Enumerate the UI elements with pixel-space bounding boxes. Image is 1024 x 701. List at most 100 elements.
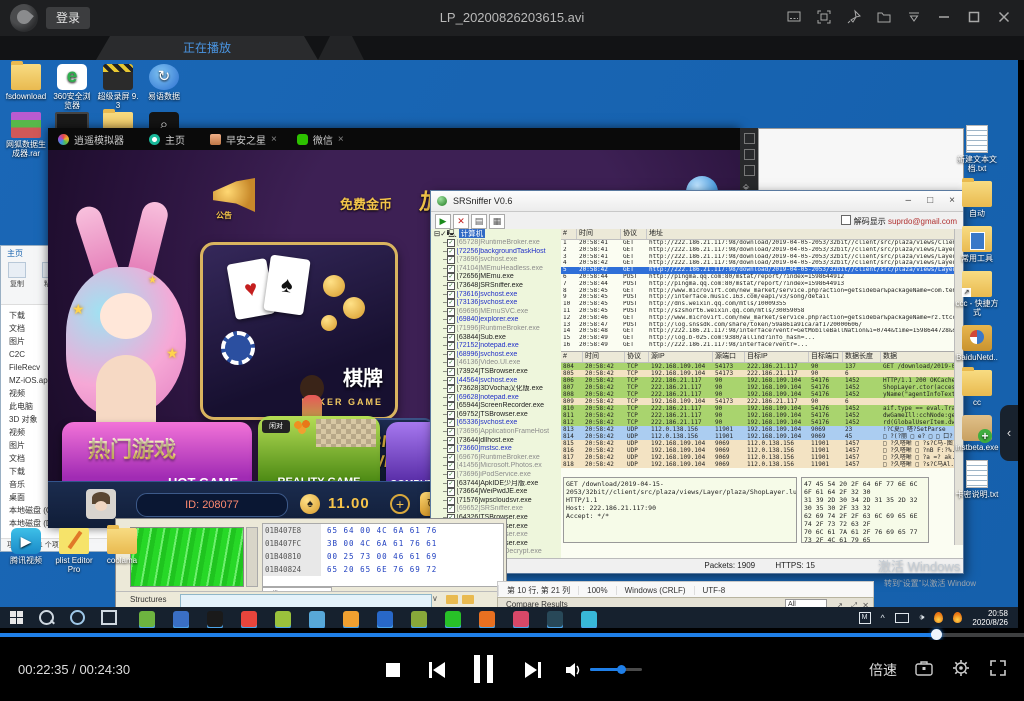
decode-option[interactable]: 解码显示 suprdo@gmail.com bbox=[841, 215, 957, 227]
packet-row[interactable]: 80920:58:42TCP192.168.109.10454173222.18… bbox=[561, 398, 963, 405]
request-row[interactable]: 520:58:42GEThttp://222.186.21.117:98/dow… bbox=[561, 267, 963, 274]
desktop-icon[interactable]: ▶腾讯视频 bbox=[4, 528, 48, 574]
taskbar-app-icon[interactable] bbox=[343, 611, 359, 627]
desktop-icon[interactable]: e360安全浏览器 bbox=[50, 64, 94, 110]
process-item[interactable]: –✓[63844]Sub.exe bbox=[431, 334, 561, 343]
taskbar-app-icon[interactable] bbox=[411, 611, 427, 627]
stop-capture-button[interactable]: ✕ bbox=[453, 214, 469, 229]
packet-row[interactable]: 81520:58:42UDP192.168.109.1049069112.0.1… bbox=[561, 440, 963, 447]
structures-input[interactable] bbox=[180, 594, 432, 608]
taskbar-app-icon[interactable] bbox=[377, 611, 393, 627]
process-item[interactable]: –✓[73696]ApplicationFrameHost bbox=[431, 428, 561, 437]
request-row[interactable]: 820:58:45GEThttp://www.microvirt.com/new… bbox=[561, 288, 963, 295]
hex-editor-window[interactable]: 01B407E865 64 00 4C 6A 61 7601B407FC3B 0… bbox=[115, 518, 507, 612]
desktop-icon[interactable]: 自动 bbox=[955, 181, 999, 218]
packet-row[interactable]: 81620:58:42UDP192.168.109.1049069112.0.1… bbox=[561, 447, 963, 454]
packet-row[interactable]: 81820:58:42UDP192.168.109.1049069112.0.1… bbox=[561, 461, 963, 468]
tab-close-icon[interactable]: × bbox=[338, 134, 344, 145]
hex-row[interactable]: 01B407FC3B 00 4C 6A 61 76 61 bbox=[263, 537, 503, 550]
request-row[interactable]: 1620:58:49GEThttp://222.186.21.117:98/in… bbox=[561, 342, 963, 349]
ime-indicator[interactable]: M bbox=[859, 612, 871, 624]
process-item[interactable]: –✓[74104]MEmuHeadless.exe bbox=[431, 265, 561, 274]
user-avatar[interactable] bbox=[86, 489, 116, 519]
hex-row[interactable]: 01B4082465 20 65 6E 76 69 72 bbox=[263, 563, 503, 576]
explorer-tab-home[interactable]: 主页 bbox=[7, 248, 23, 259]
process-item[interactable]: –✓[72256]backgroundTaskHost bbox=[431, 248, 561, 257]
hex-row[interactable]: 01B407E865 64 00 4C 6A 61 76 bbox=[263, 524, 503, 537]
sniffer-minimize[interactable]: – bbox=[906, 191, 912, 211]
process-item[interactable]: –✓[41456]Microsoft.Photos.ex bbox=[431, 462, 561, 471]
packet-row[interactable]: 81220:58:42TCP222.186.21.11790192.168.10… bbox=[561, 419, 963, 426]
tray-expand-icon[interactable]: ^ bbox=[881, 613, 885, 623]
volume-knob[interactable] bbox=[617, 665, 626, 674]
process-item[interactable]: –✓[65336]svchost.exe bbox=[431, 419, 561, 428]
playlist-toggle-handle[interactable]: ‹ bbox=[1000, 405, 1018, 461]
process-item[interactable]: –✓[73696]svchost.exe bbox=[431, 256, 561, 265]
pin-icon[interactable] bbox=[846, 9, 862, 25]
desktop-icon[interactable]: 卡密说明.txt bbox=[955, 460, 999, 499]
start-button[interactable] bbox=[10, 611, 23, 624]
process-item[interactable]: –✓[73660]mstsc.exe bbox=[431, 445, 561, 454]
cortana-icon[interactable] bbox=[70, 610, 85, 625]
process-item[interactable]: –✓[71576]wpscloudsvr.exe bbox=[431, 497, 561, 506]
pause-button[interactable] bbox=[474, 655, 494, 683]
process-tree[interactable]: ⊟✓🖳 计算机 –✓[65728]RuntimeBroker.exe–✓[722… bbox=[431, 229, 562, 559]
packet-row[interactable]: 80420:58:42TCP192.168.109.10454173222.18… bbox=[561, 363, 963, 370]
add-credits-button[interactable]: + bbox=[390, 494, 410, 514]
packet-detail-text[interactable]: GET /download/2019-04-15-2053/32bit//cli… bbox=[563, 477, 797, 543]
menu-dropdown-icon[interactable] bbox=[906, 9, 922, 25]
sniffer-maximize[interactable]: □ bbox=[927, 191, 933, 211]
close-button[interactable] bbox=[996, 9, 1012, 25]
packet-hex-view[interactable]: 47 45 54 20 2F 64 6F 77 6E 6C 6F 61 64 2… bbox=[801, 477, 929, 543]
desktop-icon[interactable]: plist Editor Pro bbox=[52, 528, 96, 574]
request-row[interactable]: 1320:58:47POSThttp://log.snssdk.com/shar… bbox=[561, 322, 963, 329]
taskbar-app-icon[interactable] bbox=[275, 611, 291, 627]
packet-row[interactable]: 81320:58:42UDP112.0.138.15611901192.168.… bbox=[561, 426, 963, 433]
request-row[interactable]: 1520:58:49GEThttp://log.b-025.com:9380/a… bbox=[561, 335, 963, 342]
playlist-dock-icon[interactable] bbox=[786, 9, 802, 25]
request-row[interactable]: 620:58:44POSThttp://pingma.qq.com:80/mst… bbox=[561, 274, 963, 281]
seek-bar[interactable] bbox=[0, 633, 1024, 637]
process-item[interactable]: –✓[71996]RuntimeBroker.exe bbox=[431, 325, 561, 334]
request-row[interactable]: 1420:58:48GEThttp://222.186.21.117:98/in… bbox=[561, 328, 963, 335]
tab-now-playing[interactable]: 正在播放 bbox=[96, 36, 318, 60]
packet-row[interactable]: 80820:58:42TCP222.186.21.11790192.168.10… bbox=[561, 391, 963, 398]
toolbox-icon[interactable] bbox=[914, 658, 934, 681]
volume-slider[interactable] bbox=[590, 668, 642, 671]
fullscreen-icon[interactable] bbox=[988, 658, 1008, 681]
emulator-tab[interactable]: 逍遥模拟器 bbox=[48, 128, 139, 150]
explorer-action[interactable]: 复制 bbox=[5, 262, 29, 289]
open-template-icon[interactable] bbox=[446, 595, 458, 604]
packet-row[interactable]: 80720:58:42TCP222.186.21.11790192.168.10… bbox=[561, 384, 963, 391]
desktop-icon[interactable]: instbeta.exe bbox=[955, 415, 999, 452]
process-item[interactable]: –✓[73664]WeiPwdJE.exe bbox=[431, 488, 561, 497]
process-item[interactable]: –✓[73136]svchost.exe bbox=[431, 299, 561, 308]
packet-row[interactable]: 81020:58:42TCP222.186.21.11790192.168.10… bbox=[561, 405, 963, 412]
packet-row[interactable]: 80620:58:42TCP222.186.21.11790192.168.10… bbox=[561, 377, 963, 384]
desktop-icon[interactable]: coolama bbox=[100, 528, 144, 574]
desktop-icon[interactable]: BaiduNetd.. bbox=[955, 325, 999, 362]
structures-dropdown-icon[interactable]: ∨ bbox=[432, 594, 438, 603]
process-item[interactable]: –✓[73924]TSBrowser.exe bbox=[431, 368, 561, 377]
process-item[interactable]: –✓[69752]TSBrowser.exe bbox=[431, 411, 561, 420]
process-item[interactable]: –✓[63744]ApkIDE少月版.exe bbox=[431, 480, 561, 489]
taskbar-app-icon[interactable] bbox=[173, 611, 189, 627]
packet-row[interactable]: 80520:58:42TCP192.168.109.10454173222.18… bbox=[561, 370, 963, 377]
process-item[interactable]: –✓[65728]RuntimeBroker.exe bbox=[431, 239, 561, 248]
taskbar-app-icon[interactable] bbox=[445, 611, 461, 627]
open-folder-icon[interactable] bbox=[876, 9, 892, 25]
taskbar-app-icon[interactable] bbox=[139, 611, 155, 627]
process-item[interactable]: –✓[69696]MEmuSVC.exe bbox=[431, 308, 561, 317]
tray-app-icon[interactable] bbox=[934, 612, 943, 623]
mini-window[interactable]: 闲对 bbox=[262, 420, 290, 433]
previous-button[interactable] bbox=[426, 659, 448, 686]
process-item[interactable]: –✓[69652]SRSniffer.exe bbox=[431, 505, 561, 514]
request-row[interactable]: 1120:58:45POSThttp://szshort6.weixin.qq.… bbox=[561, 308, 963, 315]
request-row[interactable]: 1020:58:45POSThttp://dns.weixin.qq.com/m… bbox=[561, 301, 963, 308]
process-item[interactable]: –✓[73644]dllhost.exe bbox=[431, 437, 561, 446]
process-item[interactable]: –✓[73616]svchost.exe bbox=[431, 291, 561, 300]
taskbar-search-icon[interactable] bbox=[39, 610, 54, 625]
seek-bar-knob[interactable] bbox=[931, 629, 942, 640]
taskbar-app-icon[interactable] bbox=[309, 611, 325, 627]
process-item[interactable]: –✓[72152]notepad.exe bbox=[431, 342, 561, 351]
